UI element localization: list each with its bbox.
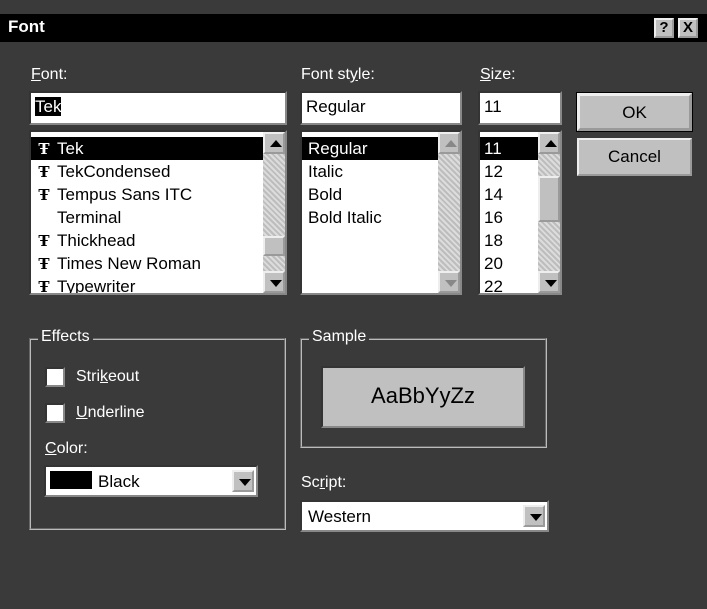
scroll-thumb[interactable]	[538, 176, 560, 222]
font-list-scrollbar[interactable]	[263, 132, 285, 293]
font-list-item[interactable]: Ŧ Tempus Sans ITC	[31, 183, 263, 206]
ok-button[interactable]: OK	[576, 92, 693, 132]
font-dialog: Font ? X Font: Tek Ŧ Tek Ŧ TekCondensed Ŧ Tem…	[0, 0, 707, 609]
font-list-item-label: Times New Roman	[57, 254, 201, 273]
font-list-item[interactable]: Ŧ Typewriter	[31, 275, 263, 295]
truetype-icon: Ŧ	[38, 163, 50, 181]
dialog-title: Font	[8, 17, 45, 36]
size-list-item[interactable]: 14	[480, 183, 538, 206]
color-swatch	[50, 471, 92, 489]
size-list-item[interactable]: 20	[480, 252, 538, 275]
size-input[interactable]: 11	[478, 91, 562, 125]
color-select[interactable]: Black	[44, 465, 258, 497]
sample-preview: AaBbYyZz	[321, 366, 525, 428]
scroll-down-button[interactable]	[438, 271, 460, 293]
scroll-thumb[interactable]	[263, 236, 285, 256]
script-value: Western	[308, 507, 371, 526]
up-arrow-icon	[545, 140, 557, 147]
size-list[interactable]: 11 12 14 16 18 20 22	[478, 130, 562, 295]
color-dropdown-button[interactable]	[232, 470, 254, 492]
underline-label: Underline	[76, 404, 145, 421]
font-list-item-label: TekCondensed	[57, 162, 171, 181]
truetype-icon: Ŧ	[38, 186, 50, 204]
size-list-scrollbar[interactable]	[538, 132, 560, 293]
up-arrow-icon	[445, 140, 457, 147]
color-label: Color:	[45, 440, 88, 457]
scroll-up-button[interactable]	[438, 132, 460, 154]
size-list-item[interactable]: 18	[480, 229, 538, 252]
size-list-item[interactable]: 16	[480, 206, 538, 229]
font-list-item[interactable]: Ŧ Tek	[31, 137, 263, 160]
font-style-label: Font style:	[301, 66, 375, 83]
scroll-up-button[interactable]	[538, 132, 560, 154]
underline-checkbox[interactable]	[45, 403, 65, 423]
style-list-scrollbar[interactable]	[438, 132, 460, 293]
font-style-list[interactable]: Regular Italic Bold Bold Italic	[300, 130, 462, 295]
font-list-item-label: Tempus Sans ITC	[57, 185, 193, 204]
color-value: Black	[98, 472, 140, 491]
font-list[interactable]: Ŧ Tek Ŧ TekCondensed Ŧ Tempus Sans ITC Termina…	[29, 130, 287, 295]
truetype-icon: Ŧ	[38, 232, 50, 250]
size-list-item[interactable]: 12	[480, 160, 538, 183]
cancel-button[interactable]: Cancel	[577, 138, 692, 176]
font-style-list-item[interactable]: Regular	[302, 137, 438, 160]
down-arrow-icon	[445, 280, 457, 287]
font-list-item[interactable]: Ŧ Thickhead	[31, 229, 263, 252]
scroll-down-button[interactable]	[538, 271, 560, 293]
font-label: Font:	[31, 66, 68, 83]
title-bar: Font ? X	[0, 14, 707, 42]
font-list-item-label: Tek	[57, 139, 84, 158]
script-select[interactable]: Western	[300, 500, 549, 532]
font-style-list-item[interactable]: Italic	[302, 160, 438, 183]
font-list-item[interactable]: Terminal	[31, 206, 263, 229]
font-style-input[interactable]: Regular	[300, 91, 462, 125]
font-list-item-label: Terminal	[57, 208, 122, 227]
font-style-list-item[interactable]: Bold Italic	[302, 206, 438, 229]
strikeout-checkbox[interactable]	[45, 367, 65, 387]
down-arrow-icon	[270, 280, 282, 287]
font-list-item[interactable]: Ŧ TekCondensed	[31, 160, 263, 183]
truetype-icon: Ŧ	[38, 255, 50, 273]
font-name-input[interactable]: Tek	[29, 91, 287, 125]
effects-group	[29, 338, 286, 530]
script-dropdown-button[interactable]	[523, 505, 545, 527]
font-style-list-item[interactable]: Bold	[302, 183, 438, 206]
truetype-icon: Ŧ	[38, 140, 50, 158]
font-list-item[interactable]: Ŧ Times New Roman	[31, 252, 263, 275]
size-list-item[interactable]: 11	[480, 137, 538, 160]
size-list-item[interactable]: 22	[480, 275, 538, 293]
strikeout-label: Strikeout	[76, 368, 140, 385]
size-label: Size:	[480, 66, 516, 83]
font-list-item-label: Thickhead	[57, 231, 136, 250]
chevron-down-icon	[239, 479, 251, 486]
truetype-icon: Ŧ	[38, 278, 50, 295]
help-button[interactable]: ?	[654, 18, 674, 38]
scroll-down-button[interactable]	[263, 271, 285, 293]
effects-label: Effects	[38, 328, 93, 346]
font-list-item-label: Typewriter	[57, 277, 136, 295]
chevron-down-icon	[530, 514, 542, 521]
scroll-up-button[interactable]	[263, 132, 285, 154]
up-arrow-icon	[270, 140, 282, 147]
sample-label: Sample	[309, 328, 370, 346]
close-button[interactable]: X	[678, 18, 698, 38]
script-label: Script:	[301, 474, 347, 491]
down-arrow-icon	[545, 280, 557, 287]
